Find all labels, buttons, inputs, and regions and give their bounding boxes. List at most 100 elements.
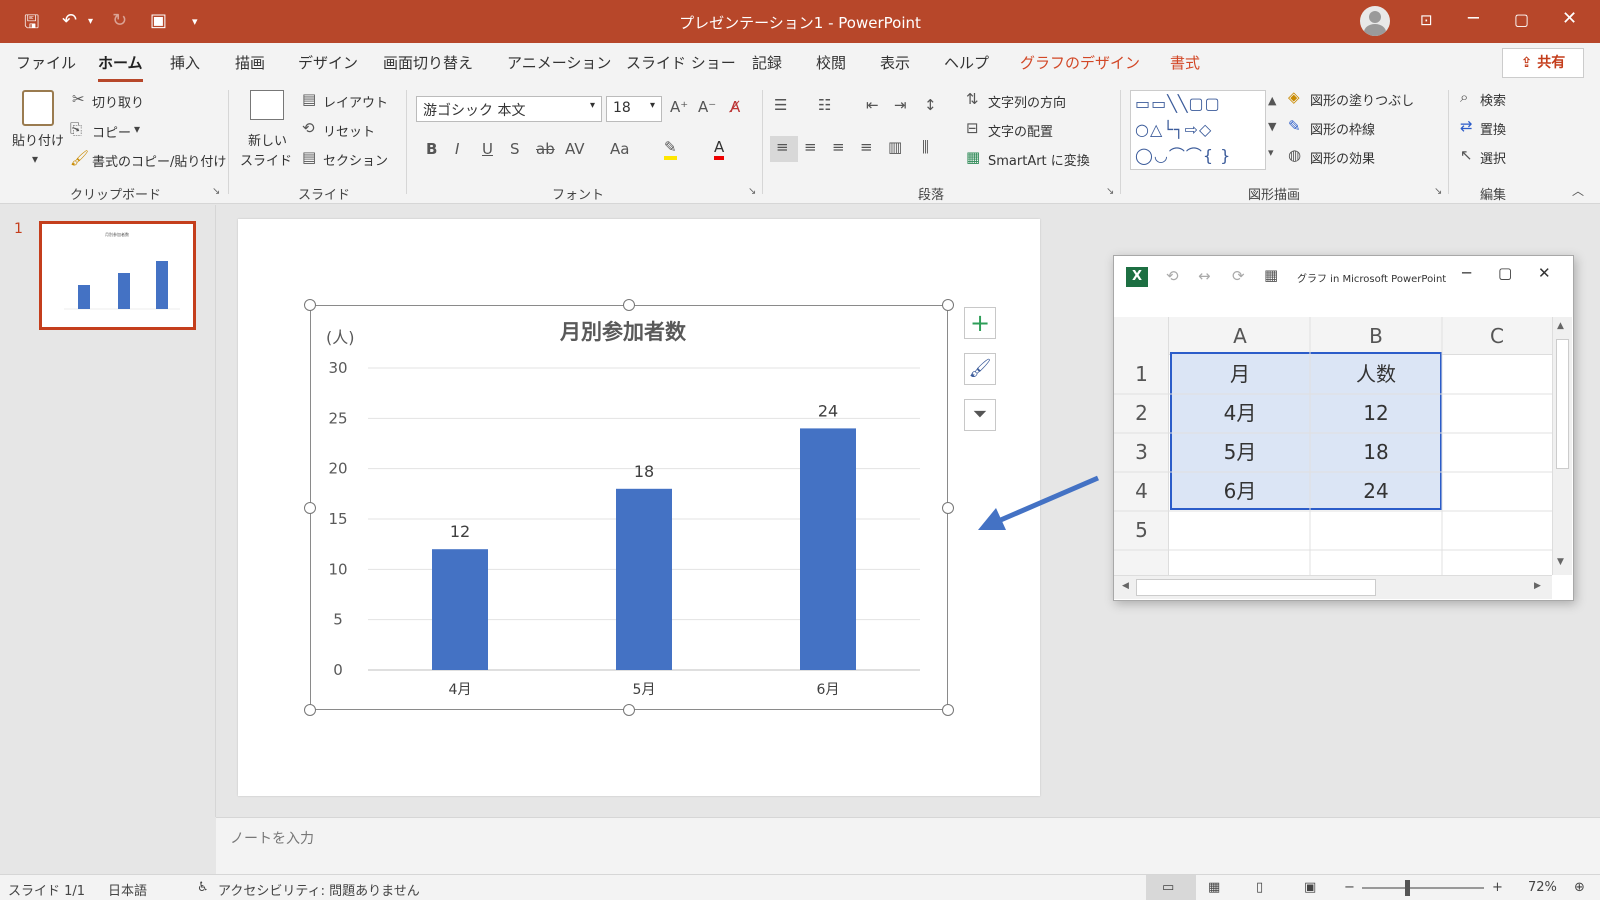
chart-title[interactable]: 月別参加者数 [559, 320, 687, 344]
maximize-icon[interactable]: ▢ [1514, 10, 1529, 29]
columns-icon[interactable]: ⫼ [922, 138, 929, 156]
font-color-icon[interactable]: A [714, 138, 725, 160]
text-direction-button[interactable]: 文字列の方向 [988, 92, 1066, 111]
row-header-3[interactable]: 3 [1114, 433, 1169, 471]
horizontal-scroll-thumb[interactable] [1136, 579, 1376, 596]
copy-dropdown-icon[interactable]: ▾ [134, 122, 140, 136]
font-name-select[interactable]: 游ゴシック 本文 ▾ [416, 96, 602, 122]
zoom-slider-thumb[interactable] [1405, 880, 1410, 896]
layout-button[interactable]: レイアウト [323, 92, 388, 111]
excel-maximize-icon[interactable]: ▢ [1498, 264, 1512, 282]
tab-slideshow[interactable]: スライド ショー [626, 52, 736, 73]
tab-design[interactable]: デザイン [298, 52, 358, 73]
tab-insert[interactable]: 挿入 [170, 52, 200, 73]
align-right-icon[interactable]: ≡ [832, 138, 845, 156]
excel-minimize-icon[interactable]: ─ [1462, 264, 1471, 282]
row-header-1[interactable]: 1 [1114, 355, 1169, 393]
scroll-right-icon[interactable]: ▶ [1534, 581, 1541, 591]
edit-in-excel-icon[interactable]: ▦ [1264, 266, 1278, 284]
horizontal-scrollbar[interactable]: ◀ ▶ [1114, 575, 1552, 599]
minimize-icon[interactable]: ─ [1468, 8, 1479, 29]
accessibility-icon[interactable]: ♿ [197, 880, 209, 895]
slide-canvas[interactable]: 月別参加者数 (人) 30 25 20 15 10 5 0 12 18 24 4月 5月 6月 + … [238, 219, 1040, 796]
excel-close-icon[interactable]: ✕ [1538, 264, 1551, 282]
tab-transitions[interactable]: 画面切り替え [383, 52, 473, 73]
ribbon-display-icon[interactable]: ⊡ [1420, 11, 1433, 29]
resize-handle-top-left[interactable] [304, 299, 316, 311]
paragraph-launcher-icon[interactable]: ↘ [1106, 186, 1114, 197]
bullets-icon[interactable]: ☰ [774, 96, 787, 114]
cell-a2[interactable]: 4月 [1170, 394, 1310, 432]
italic-icon[interactable]: I [455, 140, 459, 158]
tab-view[interactable]: 表示 [880, 52, 910, 73]
gallery-more-icon[interactable]: ▾ [1268, 146, 1274, 159]
chart-area[interactable]: 月別参加者数 (人) 30 25 20 15 10 5 0 12 18 24 4月 5月 6月 [310, 305, 948, 710]
new-slide-icon[interactable] [250, 90, 284, 120]
language-indicator[interactable]: 日本語 [108, 880, 147, 899]
collapse-ribbon-icon[interactable]: ︿ [1572, 182, 1584, 199]
distributed-icon[interactable]: ▥ [888, 138, 902, 156]
excel-redo-icon[interactable]: ⟳ [1232, 267, 1245, 285]
data-label[interactable]: 18 [634, 462, 654, 481]
vertical-scrollbar[interactable]: ▲ ▼ [1552, 317, 1572, 575]
copy-button[interactable]: コピー [92, 122, 131, 141]
excel-switch-icon[interactable]: ↔ [1198, 267, 1211, 285]
font-launcher-icon[interactable]: ↘ [748, 186, 756, 197]
close-icon[interactable]: ✕ [1562, 8, 1577, 29]
slide-thumbnail[interactable]: 月別参加者数 [39, 221, 196, 330]
data-label[interactable]: 12 [450, 522, 470, 541]
normal-view-icon[interactable]: ▭ [1162, 880, 1174, 895]
resize-handle-right[interactable] [942, 502, 954, 514]
row-header-2[interactable]: 2 [1114, 394, 1169, 432]
y-axis-unit-label[interactable]: (人) [326, 328, 355, 347]
chart-elements-button[interactable]: + [964, 307, 996, 339]
cell-a4[interactable]: 6月 [1170, 472, 1310, 510]
slideshow-view-icon[interactable]: ▣ [1304, 880, 1316, 895]
resize-handle-top[interactable] [623, 299, 635, 311]
cell-b2[interactable]: 12 [1310, 394, 1442, 432]
column-header-a[interactable]: A [1170, 317, 1310, 355]
decrease-indent-icon[interactable]: ⇤ [866, 96, 879, 114]
data-label[interactable]: 24 [818, 401, 838, 420]
drawing-launcher-icon[interactable]: ↘ [1434, 186, 1442, 197]
shadow-icon[interactable]: S [510, 140, 520, 158]
new-slide-label-2[interactable]: スライド [240, 150, 292, 169]
line-spacing-icon[interactable]: ↕ [924, 96, 937, 114]
column-header-c[interactable]: C [1442, 317, 1552, 355]
row-header-5[interactable]: 5 [1114, 511, 1169, 549]
scroll-up-icon[interactable]: ▲ [1557, 321, 1564, 331]
increase-indent-icon[interactable]: ⇥ [894, 96, 907, 114]
excel-undo-icon[interactable]: ⟲ [1166, 267, 1179, 285]
bar-4月[interactable] [432, 549, 488, 670]
cell-b3[interactable]: 18 [1310, 433, 1442, 471]
cell-a1[interactable]: 月 [1170, 355, 1310, 393]
zoom-level[interactable]: 72% [1528, 880, 1557, 895]
tab-file[interactable]: ファイル [16, 52, 76, 73]
notes-pane[interactable]: ノートを入力 [216, 817, 1600, 874]
tab-format[interactable]: 書式 [1170, 52, 1200, 73]
align-left-icon[interactable]: ≡ [776, 138, 789, 156]
share-button[interactable]: ⇪ 共有 [1502, 48, 1584, 78]
resize-handle-left[interactable] [304, 502, 316, 514]
select-button[interactable]: 選択 [1480, 148, 1506, 167]
notes-placeholder[interactable]: ノートを入力 [230, 828, 314, 848]
shape-fill-button[interactable]: 図形の塗りつぶし [1310, 90, 1414, 109]
tab-review[interactable]: 校閲 [816, 52, 846, 73]
vertical-scroll-thumb[interactable] [1556, 339, 1569, 469]
zoom-in-icon[interactable]: + [1492, 880, 1503, 895]
zoom-out-icon[interactable]: − [1344, 880, 1355, 895]
paste-dropdown-icon[interactable]: ▾ [32, 152, 38, 166]
slide-sorter-icon[interactable]: ▦ [1208, 880, 1220, 895]
format-painter-button[interactable]: 書式のコピー/貼り付け [92, 151, 226, 170]
change-case-icon[interactable]: Aa [610, 140, 629, 158]
chart-filters-button[interactable]: ⏷ [964, 399, 996, 431]
smartart-button[interactable]: SmartArt に変換 [988, 150, 1090, 169]
tab-draw[interactable]: 描画 [235, 52, 265, 73]
cell-b1[interactable]: 人数 [1310, 355, 1442, 393]
resize-handle-bottom-left[interactable] [304, 704, 316, 716]
resize-handle-bottom[interactable] [623, 704, 635, 716]
align-text-button[interactable]: 文字の配置 [988, 121, 1053, 140]
paste-icon[interactable] [22, 90, 54, 126]
find-button[interactable]: 検索 [1480, 90, 1506, 109]
paste-button[interactable]: 貼り付け [12, 130, 64, 149]
